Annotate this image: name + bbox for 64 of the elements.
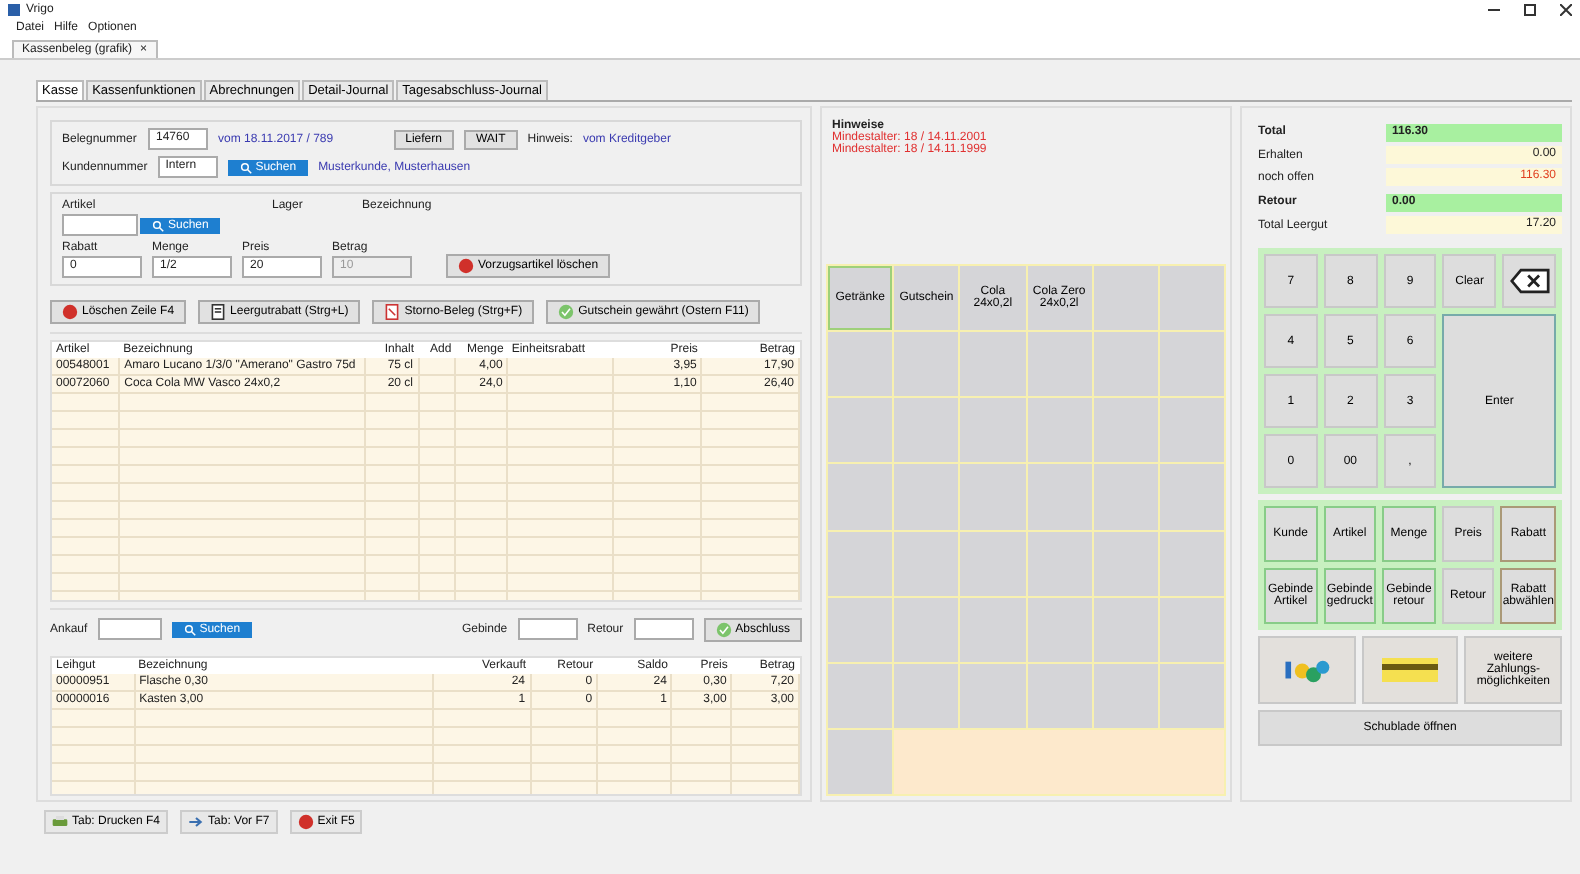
product-button[interactable]	[1159, 531, 1224, 596]
product-button[interactable]	[828, 729, 893, 794]
container-field[interactable]	[517, 618, 578, 641]
product-button[interactable]	[1027, 531, 1092, 596]
product-button[interactable]	[1093, 398, 1158, 463]
product-button[interactable]	[1159, 597, 1224, 662]
printer-icon	[52, 814, 68, 830]
product-button[interactable]	[1027, 464, 1092, 529]
product-button[interactable]	[1093, 597, 1158, 662]
product-button[interactable]	[894, 464, 959, 529]
backspace-icon	[1509, 268, 1550, 294]
product-button[interactable]	[1027, 332, 1092, 397]
minimize-icon[interactable]	[1488, 4, 1500, 16]
backspace-button[interactable]	[1502, 254, 1556, 308]
article-field[interactable]	[62, 214, 138, 236]
search-icon	[183, 623, 196, 636]
document-icon	[210, 304, 227, 320]
product-button[interactable]	[828, 464, 893, 529]
product-button[interactable]	[1027, 663, 1092, 728]
card-button[interactable]	[1361, 636, 1459, 704]
purchase-field[interactable]	[97, 618, 162, 641]
product-button[interactable]	[1093, 266, 1158, 331]
card-icon	[1379, 656, 1440, 684]
product-button[interactable]	[960, 663, 1025, 728]
product-button[interactable]	[1093, 531, 1158, 596]
product-button[interactable]	[894, 531, 959, 596]
product-button[interactable]	[960, 464, 1025, 529]
search-icon	[239, 161, 252, 173]
product-button[interactable]	[894, 332, 959, 397]
product-button[interactable]	[960, 531, 1025, 596]
product-button[interactable]	[828, 332, 893, 397]
product-button[interactable]	[960, 398, 1025, 463]
return-field[interactable]	[633, 618, 694, 641]
product-button[interactable]	[1027, 398, 1092, 463]
product-button[interactable]	[828, 398, 893, 463]
check-icon	[715, 621, 732, 638]
product-button[interactable]	[960, 597, 1025, 662]
product-button[interactable]	[1093, 464, 1158, 529]
product-button[interactable]	[894, 597, 959, 662]
close-icon[interactable]	[1560, 4, 1572, 16]
maximize-icon[interactable]	[1524, 4, 1536, 16]
product-button[interactable]	[894, 663, 959, 728]
stop-icon	[297, 814, 314, 830]
product-button[interactable]	[828, 597, 893, 662]
product-button[interactable]	[1093, 663, 1158, 728]
stop-icon	[62, 304, 78, 320]
product-button[interactable]	[1093, 332, 1158, 397]
stop-icon	[458, 258, 474, 274]
product-button[interactable]	[1159, 332, 1224, 397]
arrow-icon	[188, 814, 205, 830]
product-button[interactable]	[828, 531, 893, 596]
product-button[interactable]	[1159, 266, 1224, 331]
app-icon	[8, 4, 20, 16]
check-icon	[558, 304, 575, 320]
product-button[interactable]	[1159, 663, 1224, 728]
product-button[interactable]	[828, 663, 893, 728]
product-button[interactable]	[1027, 597, 1092, 662]
product-button[interactable]	[1159, 398, 1224, 463]
payment-button[interactable]	[1258, 636, 1356, 704]
product-button[interactable]	[1159, 464, 1224, 529]
search-icon	[152, 219, 164, 231]
document-icon	[384, 304, 401, 320]
product-button[interactable]	[894, 398, 959, 463]
product-button[interactable]	[960, 332, 1025, 397]
